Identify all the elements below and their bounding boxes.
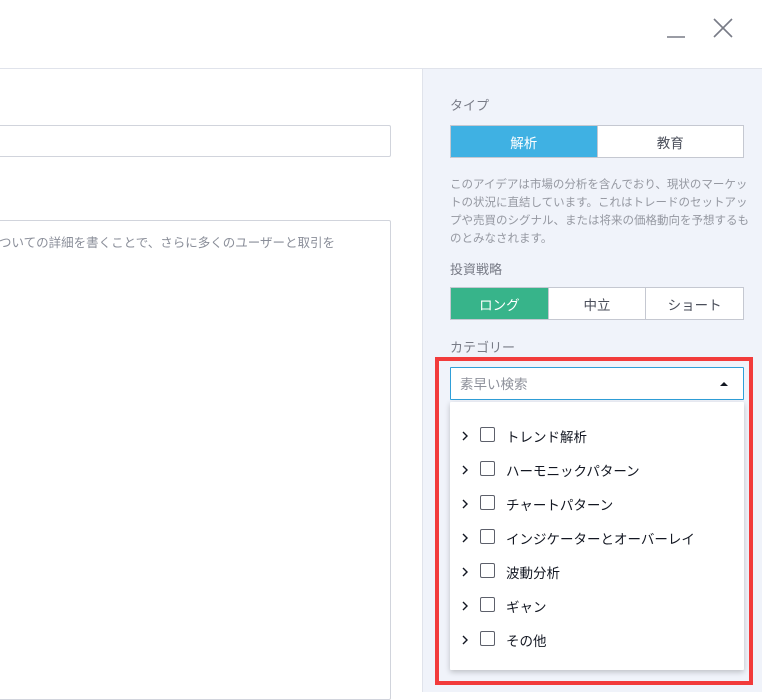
- category-item-trend-analysis[interactable]: トレンド解析: [450, 421, 744, 451]
- idea-title-input[interactable]: [0, 125, 391, 157]
- category-checkbox[interactable]: [480, 495, 495, 510]
- chevron-right-icon[interactable]: [460, 566, 470, 578]
- category-checkbox[interactable]: [480, 529, 495, 544]
- chevron-right-icon[interactable]: [460, 634, 470, 646]
- type-description: このアイデアは市場の分析を含んでおり、現状のマーケットの状況に直結しています。こ…: [450, 177, 749, 245]
- caret-up-icon[interactable]: [718, 378, 730, 390]
- category-item-gann[interactable]: ギャン: [450, 591, 744, 621]
- category-checkbox[interactable]: [480, 427, 495, 442]
- category-checkbox[interactable]: [480, 563, 495, 578]
- minimize-icon: [667, 36, 685, 38]
- category-item-label: インジケーターとオーバーレイ: [506, 532, 695, 548]
- category-item-other[interactable]: その他: [450, 625, 744, 655]
- category-item-indicators-overlays[interactable]: インジケーターとオーバーレイ: [450, 523, 744, 553]
- minimize-button[interactable]: [660, 14, 692, 46]
- category-search: [450, 367, 744, 401]
- category-item-chart-patterns[interactable]: チャートパターン: [450, 489, 744, 519]
- strategy-option-short[interactable]: ショート: [645, 288, 743, 319]
- category-checkbox[interactable]: [480, 631, 495, 646]
- chevron-right-icon[interactable]: [460, 532, 470, 544]
- settings-sidebar: タイプ 解析 教育 このアイデアは市場の分析を含んでおり、現状のマーケットの状況…: [422, 69, 762, 692]
- strategy-label: 投資戦略: [450, 263, 503, 278]
- category-checkbox[interactable]: [480, 597, 495, 612]
- strategy-toggle: ロング 中立 ショート: [450, 287, 744, 320]
- chevron-right-icon[interactable]: [460, 464, 470, 476]
- category-item-label: 波動分析: [506, 566, 560, 582]
- category-item-label: ギャン: [506, 600, 547, 616]
- category-item-label: その他: [506, 634, 547, 650]
- category-item-label: ハーモニックパターン: [506, 464, 640, 480]
- description-text: ついての詳細を書くことで、さらに多くのユーザーと取引を: [0, 235, 336, 250]
- category-label: カテゴリー: [450, 341, 516, 356]
- category-search-input[interactable]: [458, 368, 712, 401]
- chevron-right-icon[interactable]: [460, 498, 470, 510]
- type-label: タイプ: [450, 99, 490, 114]
- type-toggle: 解析 教育: [450, 125, 744, 158]
- category-checkbox[interactable]: [480, 461, 495, 476]
- title-bar: [0, 0, 762, 69]
- close-button[interactable]: [707, 12, 739, 44]
- category-item-label: チャートパターン: [506, 498, 614, 514]
- chevron-right-icon[interactable]: [460, 600, 470, 612]
- close-icon: [713, 18, 733, 38]
- category-item-label: トレンド解析: [506, 430, 587, 446]
- category-item-wave-analysis[interactable]: 波動分析: [450, 557, 744, 587]
- category-item-harmonic-patterns[interactable]: ハーモニックパターン: [450, 455, 744, 485]
- description-textarea[interactable]: ついての詳細を書くことで、さらに多くのユーザーと取引を: [0, 220, 391, 700]
- type-option-education[interactable]: 教育: [596, 126, 744, 157]
- type-option-analysis[interactable]: 解析: [451, 126, 597, 157]
- strategy-option-long[interactable]: ロング: [451, 288, 548, 319]
- category-dropdown: トレンド解析 ハーモニックパターン チャートパターン インジケーターとオーバーレ…: [450, 402, 744, 670]
- strategy-option-neutral[interactable]: 中立: [547, 288, 646, 319]
- main-panel: ついての詳細を書くことで、さらに多くのユーザーと取引を: [0, 69, 422, 700]
- chevron-right-icon[interactable]: [460, 430, 470, 442]
